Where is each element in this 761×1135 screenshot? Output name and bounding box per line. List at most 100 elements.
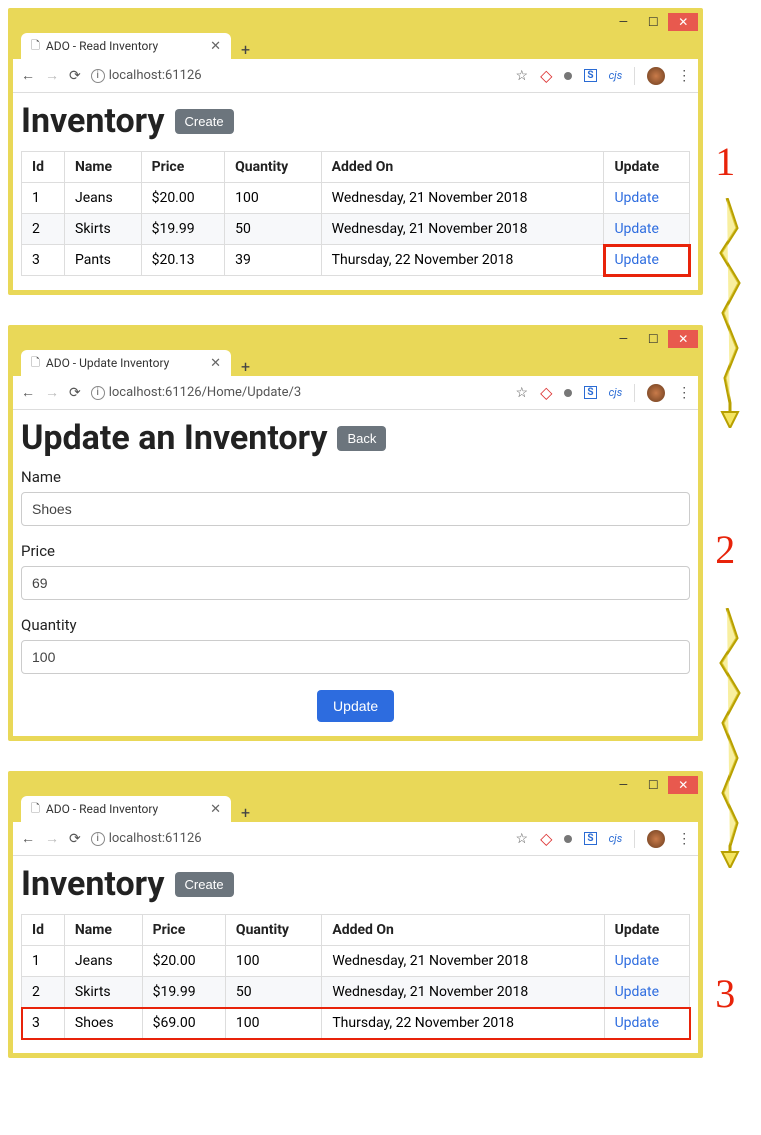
maximize-button[interactable]: ☐ — [638, 13, 668, 31]
browser-window-2: — ☐ ✕ 🗋 ADO - Update Inventory ✕ + ← → ⟳… — [8, 325, 703, 741]
price-field[interactable] — [21, 566, 690, 600]
extension-icon[interactable] — [564, 72, 572, 80]
extension-icon[interactable]: ◇ — [540, 66, 552, 85]
close-button[interactable]: ✕ — [668, 330, 698, 348]
table-row: 1 Jeans $20.00 100 Wednesday, 21 Novembe… — [22, 183, 690, 214]
info-icon[interactable]: i — [91, 386, 105, 400]
tab-title: ADO - Update Inventory — [46, 356, 169, 370]
browser-window-1: — ☐ ✕ 🗋 ADO - Read Inventory ✕ + ← → ⟳ i… — [8, 8, 703, 295]
bookmark-icon[interactable]: ☆ — [516, 831, 529, 847]
url-field[interactable]: i localhost:61126 — [91, 831, 506, 846]
name-field[interactable] — [21, 492, 690, 526]
name-label: Name — [21, 468, 690, 486]
update-link[interactable]: Update — [615, 984, 659, 1000]
extension-icon[interactable] — [564, 835, 572, 843]
quantity-field[interactable] — [21, 640, 690, 674]
browser-window-3: — ☐ ✕ 🗋 ADO - Read Inventory ✕ + ← → ⟳ i… — [8, 771, 703, 1058]
back-icon[interactable]: ← — [21, 67, 35, 84]
table-row: 2 Skirts $19.99 50 Wednesday, 21 Novembe… — [22, 977, 690, 1008]
close-button[interactable]: ✕ — [668, 13, 698, 31]
new-tab-button[interactable]: + — [231, 803, 260, 822]
reload-icon[interactable]: ⟳ — [69, 68, 81, 84]
page-title: Update an Inventory — [21, 418, 327, 458]
forward-icon[interactable]: → — [45, 67, 59, 84]
col-added: Added On — [322, 915, 604, 946]
maximize-button[interactable]: ☐ — [638, 330, 668, 348]
col-id: Id — [22, 915, 65, 946]
menu-icon[interactable]: ⋮ — [677, 831, 690, 847]
create-button[interactable]: Create — [175, 872, 234, 897]
new-tab-button[interactable]: + — [231, 357, 260, 376]
back-icon[interactable]: ← — [21, 830, 35, 847]
browser-tab[interactable]: 🗋 ADO - Read Inventory ✕ — [21, 33, 231, 59]
step-number: 3 — [715, 970, 735, 1017]
address-bar: ← → ⟳ i localhost:61126/Home/Update/3 ☆ … — [13, 376, 698, 410]
minimize-button[interactable]: — — [608, 330, 638, 348]
update-link[interactable]: Update — [615, 1015, 659, 1031]
inventory-table: Id Name Price Quantity Added On Update 1… — [21, 151, 690, 276]
update-button[interactable]: Update — [317, 690, 394, 722]
update-link[interactable]: Update — [614, 190, 658, 206]
extension-icon[interactable] — [564, 389, 572, 397]
extension-icon[interactable]: cjs — [609, 69, 623, 82]
page-content: Inventory Create Id Name Price Quantity … — [13, 93, 698, 290]
update-link[interactable]: Update — [615, 953, 659, 969]
separator — [634, 67, 635, 85]
tab-title: ADO - Read Inventory — [46, 802, 158, 816]
forward-icon[interactable]: → — [45, 384, 59, 401]
close-tab-icon[interactable]: ✕ — [210, 356, 221, 371]
col-name: Name — [64, 915, 142, 946]
col-qty: Quantity — [225, 152, 322, 183]
extension-icon[interactable]: ◇ — [540, 829, 552, 848]
bookmark-icon[interactable]: ☆ — [516, 385, 529, 401]
avatar-icon[interactable] — [647, 830, 665, 848]
browser-tab[interactable]: 🗋 ADO - Read Inventory ✕ — [21, 796, 231, 822]
update-link[interactable]: Update — [614, 252, 658, 268]
url-field[interactable]: i localhost:61126 — [91, 68, 506, 83]
minimize-button[interactable]: — — [608, 776, 638, 794]
page-content: Inventory Create Id Name Price Quantity … — [13, 856, 698, 1053]
page-content: Update an Inventory Back Name Price Quan… — [13, 410, 698, 736]
col-qty: Quantity — [225, 915, 321, 946]
url-text: localhost:61126 — [109, 831, 202, 846]
tab-title: ADO - Read Inventory — [46, 39, 158, 53]
minimize-button[interactable]: — — [608, 13, 638, 31]
extension-icon[interactable]: S — [584, 832, 596, 845]
file-icon: 🗋 — [31, 37, 40, 56]
title-bar: — ☐ ✕ — [13, 330, 698, 350]
table-row: 3 Shoes $69.00 100 Thursday, 22 November… — [22, 1008, 690, 1039]
price-label: Price — [21, 542, 690, 560]
menu-icon[interactable]: ⋮ — [677, 385, 690, 401]
browser-tab[interactable]: 🗋 ADO - Update Inventory ✕ — [21, 350, 231, 376]
table-row: 1 Jeans $20.00 100 Wednesday, 21 Novembe… — [22, 946, 690, 977]
extension-icon[interactable]: ◇ — [540, 383, 552, 402]
title-bar: — ☐ ✕ — [13, 13, 698, 33]
reload-icon[interactable]: ⟳ — [69, 385, 81, 401]
maximize-button[interactable]: ☐ — [638, 776, 668, 794]
extension-icon[interactable]: cjs — [609, 386, 623, 399]
table-row: 2 Skirts $19.99 50 Wednesday, 21 Novembe… — [22, 214, 690, 245]
file-icon: 🗋 — [31, 800, 40, 819]
extension-icon[interactable]: cjs — [609, 832, 623, 845]
close-tab-icon[interactable]: ✕ — [210, 39, 221, 54]
info-icon[interactable]: i — [91, 832, 105, 846]
back-icon[interactable]: ← — [21, 384, 35, 401]
create-button[interactable]: Create — [175, 109, 234, 134]
extension-icon[interactable]: S — [584, 386, 596, 399]
close-button[interactable]: ✕ — [668, 776, 698, 794]
bookmark-icon[interactable]: ☆ — [516, 68, 529, 84]
menu-icon[interactable]: ⋮ — [677, 68, 690, 84]
url-field[interactable]: i localhost:61126/Home/Update/3 — [91, 385, 506, 400]
extension-icon[interactable]: S — [584, 69, 596, 82]
close-tab-icon[interactable]: ✕ — [210, 802, 221, 817]
reload-icon[interactable]: ⟳ — [69, 831, 81, 847]
step-number: 2 — [715, 526, 735, 573]
new-tab-button[interactable]: + — [231, 40, 260, 59]
info-icon[interactable]: i — [91, 69, 105, 83]
back-button[interactable]: Back — [337, 426, 386, 451]
update-link[interactable]: Update — [614, 221, 658, 237]
avatar-icon[interactable] — [647, 67, 665, 85]
avatar-icon[interactable] — [647, 384, 665, 402]
tab-strip: 🗋 ADO - Read Inventory ✕ + — [13, 796, 698, 822]
forward-icon[interactable]: → — [45, 830, 59, 847]
